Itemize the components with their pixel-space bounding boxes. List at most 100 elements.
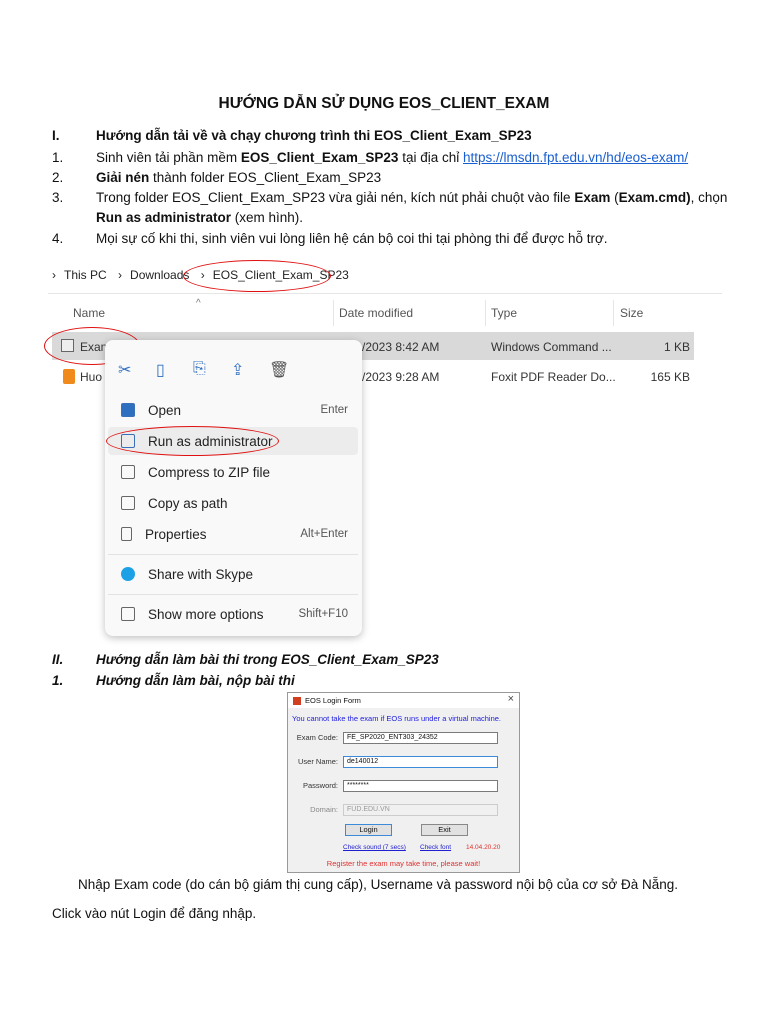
divider: [613, 300, 614, 326]
step-text: thành folder EOS_Client_Exam_SP23: [149, 170, 382, 185]
file-name[interactable]: Huo: [80, 370, 102, 384]
step-text: , chọn: [690, 190, 728, 205]
page-title: HƯỚNG DẪN SỬ DỤNG EOS_CLIENT_EXAM: [218, 95, 550, 112]
menu-shortcut: Enter: [320, 404, 349, 416]
section-text: Hướng dẫn làm bài, nộp bài thi: [96, 673, 295, 688]
cut-icon[interactable]: ✂: [118, 360, 131, 380]
menu-label: Properties: [145, 526, 207, 542]
close-icon[interactable]: ×: [508, 693, 514, 705]
more-options-icon: [121, 607, 135, 621]
menu-label: Compress to ZIP file: [148, 464, 271, 480]
column-name[interactable]: Name: [73, 306, 105, 320]
skype-icon: [121, 567, 135, 581]
register-note: Register the exam may take time, please …: [326, 859, 481, 868]
zip-icon: [121, 465, 135, 479]
file-date: /2023 8:42 AM: [362, 340, 440, 354]
section-num: II.: [52, 652, 64, 667]
menu-label: Open: [148, 402, 182, 418]
instruction-paragraph: Nhập Exam code (do cán bộ giám thị cung …: [78, 877, 679, 892]
menu-separator: [108, 594, 358, 595]
menu-item-open[interactable]: Open Enter: [108, 396, 358, 424]
step-1: 1. Sinh viên tải phần mềm EOS_Client_Exam…: [52, 150, 688, 165]
download-link[interactable]: https://lmsdn.fpt.edu.vn/hd/eos-exam/: [463, 150, 688, 165]
section-num: I.: [52, 128, 60, 143]
section-num: 1.: [52, 673, 64, 688]
window-title: EOS Login Form: [305, 696, 361, 705]
menu-item-more-options[interactable]: Show more options Shift+F10: [108, 600, 358, 628]
step-num: 3.: [52, 190, 64, 205]
open-icon: [121, 403, 135, 417]
highlight-oval: [183, 260, 331, 292]
exam-code-input[interactable]: FE_SP2020_ENT303_24352: [343, 732, 498, 744]
step-3: 3. Trong folder EOS_Client_Exam_SP23 vừa …: [52, 190, 727, 205]
exit-button[interactable]: Exit: [421, 824, 468, 836]
breadcrumb-downloads[interactable]: Downloads: [130, 268, 189, 282]
check-sound-link[interactable]: Check sound (7 secs): [343, 844, 406, 851]
step-num: 1.: [52, 150, 64, 165]
copy-path-icon: [121, 496, 135, 510]
chevron-right-icon: ›: [52, 268, 56, 282]
step-bold: Giải nén: [96, 170, 150, 185]
version-label: 14.04.20.20: [466, 844, 501, 851]
domain-input: FUD.EDU.VN: [343, 804, 498, 816]
file-date: /2023 9:28 AM: [362, 370, 440, 384]
menu-item-properties[interactable]: Properties Alt+Enter: [108, 520, 358, 548]
instruction-paragraph: Click vào nút Login để đăng nhập.: [52, 906, 257, 921]
exam-code-label: Exam Code:: [296, 733, 338, 742]
column-date[interactable]: Date modified: [339, 306, 413, 320]
rename-icon[interactable]: ⎘: [193, 360, 206, 378]
divider: [48, 293, 722, 294]
step-text: Mọi sự cố khi thi, sinh viên vui lòng li…: [96, 231, 608, 246]
column-size[interactable]: Size: [620, 306, 643, 320]
copy-icon[interactable]: ▯: [156, 360, 165, 380]
step-bold: EOS_Client_Exam_SP23: [240, 150, 399, 165]
menu-separator: [108, 554, 358, 555]
properties-icon: [121, 527, 132, 541]
domain-label: Domain:: [310, 805, 338, 814]
menu-label: Share with Skype: [148, 566, 254, 582]
file-size: 1 KB: [663, 340, 690, 354]
menu-label: Show more options: [148, 606, 264, 622]
menu-item-skype[interactable]: Share with Skype: [108, 560, 358, 588]
file-type: Windows Command ...: [491, 340, 612, 354]
check-font-link[interactable]: Check font: [420, 844, 451, 851]
step-bold: Exam: [574, 190, 611, 205]
password-label: Password:: [302, 781, 338, 790]
step-text: (xem hình).: [231, 210, 304, 225]
section-text: Hướng dẫn làm bài thi trong EOS_Client_E…: [96, 652, 439, 667]
menu-item-compress[interactable]: Compress to ZIP file: [108, 458, 358, 486]
vm-warning: You cannot take the exam if EOS runs und…: [292, 714, 502, 723]
divider: [485, 300, 486, 326]
login-form-window: EOS Login Form × You cannot take the exa…: [287, 692, 520, 873]
step-text: tại địa chỉ: [398, 150, 463, 165]
breadcrumb-this-pc[interactable]: This PC: [64, 268, 107, 282]
section-1-heading: I. Hướng dẫn tải về và chạy chương trình …: [52, 128, 532, 143]
menu-item-copy-path[interactable]: Copy as path: [108, 489, 358, 517]
pdf-file-icon: [63, 369, 75, 384]
context-menu: ✂ ▯ ⎘ ⇪ 🗑 Open Enter Run as administrator…: [105, 340, 362, 636]
step-num: 2.: [52, 170, 64, 185]
username-label: User Name:: [297, 757, 338, 766]
menu-shortcut: Alt+Enter: [300, 528, 348, 540]
login-button[interactable]: Login: [345, 824, 392, 836]
password-input[interactable]: ********: [343, 780, 498, 792]
file-type: Foxit PDF Reader Do...: [491, 370, 616, 384]
highlight-oval: [106, 426, 279, 456]
step-text: (: [610, 190, 619, 205]
username-input[interactable]: de140012: [343, 756, 498, 768]
sort-up-icon: ^: [196, 298, 201, 309]
step-num: 4.: [52, 231, 64, 246]
app-icon: [293, 697, 301, 705]
step-2: 2. Giải nén thành folder EOS_Client_Exam_…: [52, 170, 381, 185]
chevron-right-icon: ›: [118, 268, 123, 282]
menu-label: Copy as path: [148, 495, 228, 511]
step-text: Trong folder EOS_Client_Exam_SP23 vừa gi…: [96, 190, 575, 205]
step-bold: Exam.cmd): [618, 190, 691, 205]
step-text: Sinh viên tải phần mềm: [96, 150, 241, 165]
divider: [333, 300, 334, 326]
column-type[interactable]: Type: [491, 306, 517, 320]
section-2-sub: 1. Hướng dẫn làm bài, nộp bài thi: [52, 673, 295, 688]
delete-icon[interactable]: 🗑: [269, 360, 289, 380]
share-icon[interactable]: ⇪: [231, 360, 244, 380]
step-4: 4. Mọi sự cố khi thi, sinh viên vui lòng …: [52, 231, 608, 246]
